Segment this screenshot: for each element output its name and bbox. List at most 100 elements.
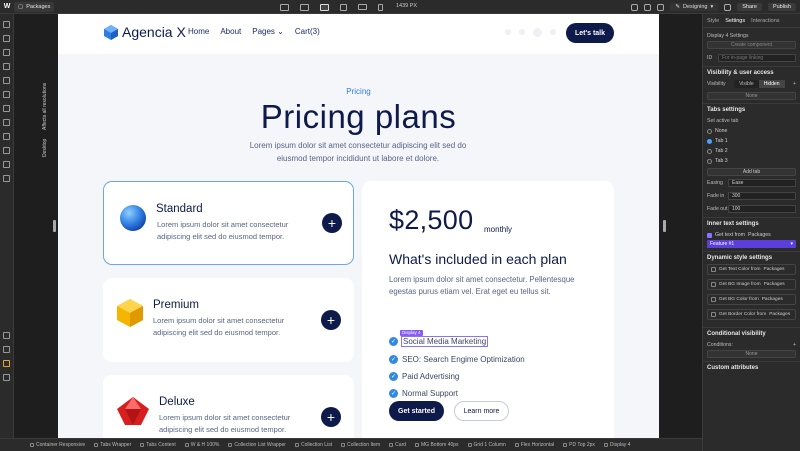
expand-plus-icon[interactable]: + — [321, 310, 341, 330]
get-started-button[interactable]: Get started — [389, 401, 444, 421]
add-icon[interactable]: + — [793, 81, 796, 87]
facebook-icon[interactable] — [505, 29, 511, 35]
publish-button[interactable]: Publish — [767, 3, 796, 11]
get-text-row[interactable]: Get text from Packages — [707, 230, 796, 240]
breadcrumb-item[interactable]: Collection List — [294, 442, 332, 448]
brand-link[interactable]: Agencia X — [104, 24, 186, 40]
expand-plus-icon[interactable]: + — [321, 407, 341, 427]
assets-icon[interactable] — [3, 105, 10, 112]
breadcrumb-item[interactable]: PD Top 2px — [563, 442, 595, 448]
apps-icon[interactable] — [3, 175, 10, 182]
id-input[interactable]: For in-page linking — [718, 54, 796, 62]
tab-option-2[interactable]: Tab 2 — [707, 146, 796, 156]
learn-more-button[interactable]: Learn more — [454, 401, 509, 421]
get-text-label: Get text from — [715, 232, 745, 238]
breadcrumb-item[interactable]: Tabs Wrapper — [94, 442, 131, 448]
settings-title: Display 4 Settings — [707, 33, 749, 39]
add-icon[interactable] — [3, 21, 10, 28]
share-button[interactable]: Share — [737, 3, 762, 11]
lets-talk-button[interactable]: Let's talk — [566, 23, 614, 43]
breakpoint-large-icon[interactable] — [280, 3, 289, 11]
breakpoint-mobile-icon[interactable] — [378, 3, 383, 11]
nav-cart[interactable]: Cart(3) — [295, 27, 320, 36]
linkedin-icon[interactable] — [550, 29, 556, 35]
instagram-icon[interactable] — [533, 28, 542, 37]
breadcrumb-item[interactable]: Container Responsive — [30, 442, 85, 448]
fadein-row: Fade in 300 — [707, 191, 796, 201]
visible-option[interactable]: Visible — [734, 80, 759, 88]
breakpoint-desktop-plus-icon[interactable] — [300, 3, 309, 11]
navigator-icon[interactable] — [3, 49, 10, 56]
video-icon[interactable] — [3, 374, 10, 381]
plan-card-standard[interactable]: Standard Lorem ipsum dolor sit amet cons… — [103, 181, 354, 265]
fadein-input[interactable]: 300 — [728, 192, 796, 200]
breakpoint-desktop-icon[interactable] — [320, 3, 329, 11]
help-icon[interactable] — [724, 3, 732, 11]
undo-icon[interactable] — [631, 3, 639, 11]
pages-icon[interactable] — [3, 35, 10, 42]
breadcrumb-item[interactable]: W & H 100% — [184, 442, 219, 448]
tab-interactions[interactable]: Interactions — [751, 18, 779, 27]
hidden-option[interactable]: Hidden — [758, 80, 785, 88]
tab-option-3[interactable]: Tab 3 — [707, 156, 796, 166]
tab-settings[interactable]: Settings — [725, 18, 745, 27]
feature-select[interactable]: Feature #1 ▾ — [707, 240, 796, 248]
inner-text-title: Inner text settings — [707, 221, 759, 227]
fadeout-input[interactable]: 100 — [728, 205, 796, 213]
resize-handle-left[interactable] — [53, 220, 56, 232]
dynamic-bg-image[interactable]: Get BG Image from Packages — [707, 279, 796, 290]
custom-attributes-section: Custom attributes — [703, 362, 800, 377]
breadcrumb-item[interactable]: MG Bottom 40px — [415, 442, 459, 448]
expand-plus-icon[interactable]: + — [322, 213, 342, 233]
price-unit: monthly — [484, 225, 513, 234]
tabs-settings-title: Tabs settings — [707, 107, 746, 113]
inner-text-section: Inner text settings Get text from Package… — [703, 218, 800, 252]
twitter-icon[interactable] — [519, 29, 525, 35]
settings-icon[interactable] — [3, 332, 10, 339]
breadcrumb-item[interactable]: Flex Horizontal — [514, 442, 554, 448]
nav-pages[interactable]: Pages ⌄ — [252, 27, 284, 36]
ecommerce-icon[interactable] — [3, 147, 10, 154]
nav-home[interactable]: Home — [188, 27, 209, 36]
plan-card-deluxe[interactable]: Deluxe Lorem ipsum dolor sit amet consec… — [103, 375, 354, 438]
feature-label[interactable]: Social Media Marketing — [400, 336, 489, 347]
breadcrumb-item[interactable]: Grid 1 Column — [467, 442, 506, 448]
dynamic-border-color[interactable]: Get Border Color from Packages — [707, 309, 796, 320]
warning-icon[interactable] — [3, 360, 10, 367]
dynamic-bg-color[interactable]: Get BG Color from Packages — [707, 294, 796, 305]
selected-element-tag[interactable]: Display 4 — [400, 330, 423, 336]
dynamic-text-color[interactable]: Get Text Color from Packages — [707, 264, 796, 275]
breadcrumb-item[interactable]: Tabs Content — [140, 442, 176, 448]
plan-card-premium[interactable]: Premium Lorem ipsum dolor sit amet conse… — [103, 278, 354, 362]
add-condition-icon[interactable]: + — [793, 342, 796, 348]
nav-about[interactable]: About — [220, 27, 241, 36]
tab-option-1[interactable]: Tab 1 — [707, 136, 796, 146]
breadcrumb-item[interactable]: Collection Item — [341, 442, 380, 448]
breakpoint-landscape-icon[interactable] — [358, 4, 367, 10]
breakpoint-tablet-icon[interactable] — [340, 3, 347, 11]
variables-icon[interactable] — [3, 77, 10, 84]
users-icon[interactable] — [3, 133, 10, 140]
cms-icon[interactable] — [3, 119, 10, 126]
breadcrumb-item[interactable]: Collection List Wrapper — [228, 442, 286, 448]
learn-more-label: Learn more — [463, 407, 500, 415]
components-icon[interactable] — [3, 63, 10, 70]
logic-icon[interactable] — [3, 161, 10, 168]
breadcrumb-item[interactable]: Card — [389, 442, 406, 448]
tab-option-none[interactable]: None — [707, 126, 796, 136]
mode-dropdown[interactable]: ✎ Designing ▾ — [670, 3, 719, 11]
resize-handle-right[interactable] — [663, 220, 666, 232]
styles-icon[interactable] — [3, 91, 10, 98]
tab-style[interactable]: Style — [707, 18, 719, 27]
breadcrumb-item[interactable]: Display 4 — [603, 442, 630, 448]
element-icon — [94, 443, 99, 447]
add-tab-button[interactable]: Add tab — [707, 168, 796, 176]
create-component-button[interactable]: Create component — [707, 41, 796, 49]
preview-icon[interactable] — [644, 3, 652, 11]
webflow-logo-icon[interactable]: W — [0, 3, 14, 10]
comment-icon[interactable] — [657, 3, 665, 11]
page-selector[interactable]: ▢ Packages — [14, 1, 55, 12]
easing-select[interactable]: Ease — [728, 179, 796, 187]
audit-icon[interactable] — [3, 346, 10, 353]
get-started-label: Get started — [398, 407, 435, 415]
